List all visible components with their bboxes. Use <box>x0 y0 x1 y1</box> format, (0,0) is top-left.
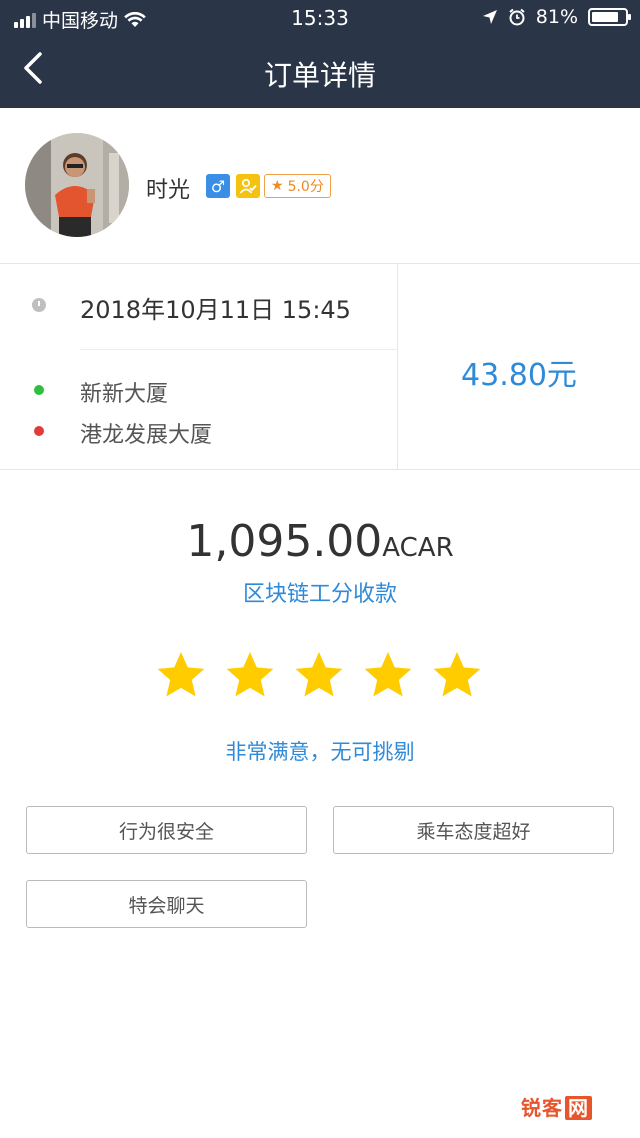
nav-bar: 订单详情 <box>0 36 640 108</box>
review-tag-label: 行为很安全 <box>118 820 214 843</box>
review-tag[interactable]: 特会聊天 <box>26 880 307 928</box>
trip-info: 2018年10月11日 15:45 新新大厦 港龙发展大厦 43.80元 <box>0 264 640 470</box>
avatar-photo <box>25 133 129 237</box>
battery-icon <box>588 8 631 26</box>
battery-percent: 81% <box>535 6 578 28</box>
avatar[interactable] <box>25 133 129 237</box>
review-tag[interactable]: 乘车态度超好 <box>333 806 614 854</box>
page-title: 订单详情 <box>263 59 376 92</box>
trip-time: 2018年10月11日 15:45 <box>80 296 351 324</box>
rating-star-icon[interactable] <box>223 648 277 702</box>
divider <box>80 349 397 350</box>
amount-value: 1,095.00 <box>186 516 383 567</box>
pickup-dot-icon <box>34 385 44 395</box>
watermark-badge: 网 <box>565 1096 592 1120</box>
review-tag-label: 特会聊天 <box>128 894 205 917</box>
status-right: 81% <box>482 6 631 28</box>
gender-symbol: ♂ <box>210 176 226 196</box>
watermark-text: 锐客 <box>521 1096 563 1120</box>
alarm-icon <box>509 8 525 26</box>
rating-star-icon[interactable] <box>154 648 208 702</box>
payment-amount: 1,095.00ACAR <box>0 516 640 567</box>
header: 中国移动 15:33 81% 订单详情 <box>0 0 640 108</box>
pickup-location: 新新大厦 <box>80 382 169 407</box>
rating-value: 5.0分 <box>287 179 324 195</box>
rating-badge: ★ 5.0分 <box>264 174 331 198</box>
star-icon: ★ <box>271 178 284 194</box>
watermark-logo: 锐客网 <box>521 1092 592 1121</box>
driver-name: 时光 <box>146 178 191 203</box>
verified-user-icon <box>236 174 260 198</box>
payment-method-label: 区块链工分收款 <box>242 582 397 607</box>
review-comment: 非常满意，无可挑剔 <box>225 740 415 764</box>
status-bar: 中国移动 15:33 81% <box>0 0 640 36</box>
rating-star-icon[interactable] <box>292 648 346 702</box>
amount-unit: ACAR <box>382 533 454 563</box>
clock-icon <box>32 298 46 312</box>
rating-star-icon[interactable] <box>361 648 415 702</box>
rating-star-icon[interactable] <box>430 648 484 702</box>
gender-male-icon: ♂ <box>206 174 230 198</box>
battery-fill <box>592 12 618 22</box>
rating-stars[interactable] <box>154 648 486 704</box>
dropoff-location: 港龙发展大厦 <box>80 423 213 448</box>
review-tag[interactable]: 行为很安全 <box>26 806 307 854</box>
location-arrow-icon <box>482 10 497 24</box>
driver-profile: 时光 ♂ ★ 5.0分 <box>0 108 640 264</box>
review-tag-label: 乘车态度超好 <box>416 820 531 843</box>
trip-price[interactable]: 43.80元 <box>398 350 640 394</box>
dropoff-dot-icon <box>34 426 44 436</box>
